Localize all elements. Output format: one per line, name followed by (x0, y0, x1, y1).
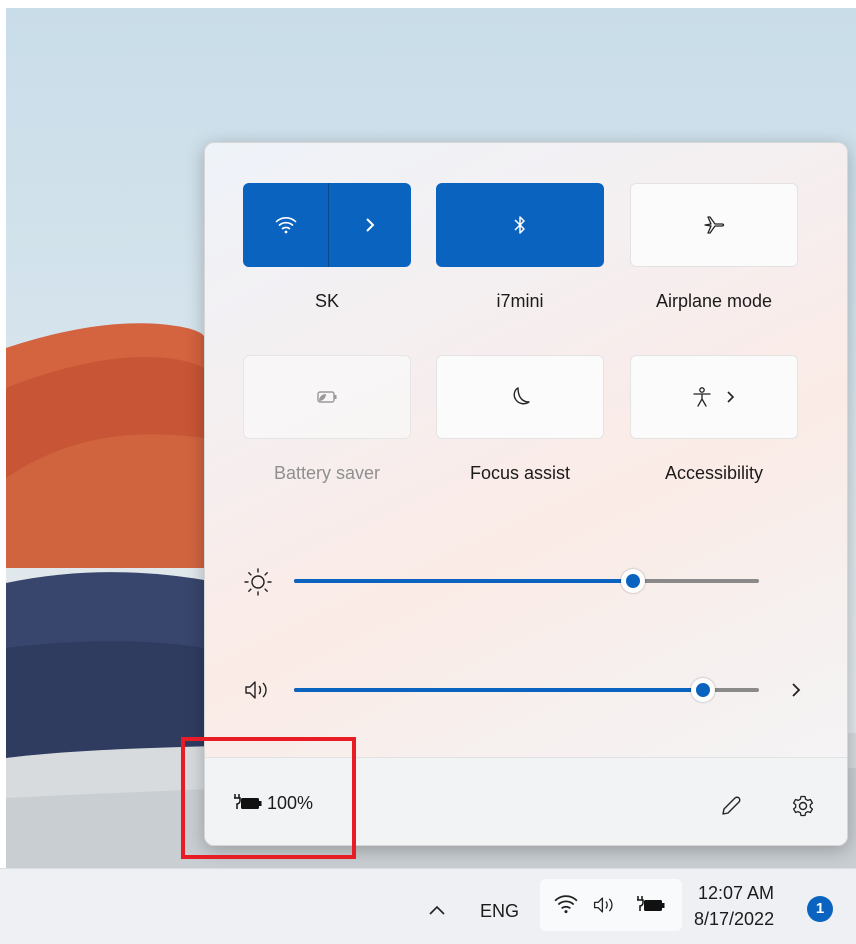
edit-quick-settings-button[interactable] (713, 788, 749, 824)
chevron-right-icon (727, 391, 735, 403)
battery-saver-tile-label: Battery saver (273, 463, 381, 483)
taskbar: ENG 12:07 AM 8/17/2022 (0, 868, 856, 944)
battery-saver-tile[interactable] (243, 355, 411, 439)
accessibility-tile-label: Accessibility (664, 463, 764, 483)
bluetooth-icon (514, 216, 525, 234)
battery-saver-icon (317, 391, 337, 403)
moon-icon (513, 387, 530, 405)
bluetooth-tile[interactable] (436, 183, 604, 267)
chevron-up-icon (429, 905, 445, 915)
notification-count-badge[interactable]: 1 (807, 896, 833, 922)
focus-assist-tile-label: Focus assist (469, 463, 571, 483)
brightness-slider-thumb[interactable] (621, 569, 646, 593)
bluetooth-tile-label: i7mini (496, 291, 544, 311)
wifi-icon (274, 217, 297, 234)
brightness-slider-fill (294, 579, 634, 583)
clock-date: 8/17/2022 (694, 909, 775, 929)
clock-time: 12:07 AM (698, 883, 775, 903)
volume-output-expand-button[interactable] (783, 677, 809, 703)
brightness-slider[interactable] (294, 569, 759, 593)
wifi-tile-label: SK (314, 291, 339, 311)
airplane-mode-tile[interactable] (630, 183, 798, 267)
accessibility-tile[interactable] (630, 355, 798, 439)
focus-assist-tile[interactable] (436, 355, 604, 439)
input-language-indicator[interactable]: ENG (480, 901, 519, 922)
pencil-icon (722, 796, 741, 815)
wifi-expand-button[interactable] (329, 183, 411, 267)
volume-slider[interactable] (294, 678, 759, 702)
battery-charging-icon (637, 896, 665, 911)
volume-icon (593, 897, 613, 913)
brightness-icon (244, 568, 272, 596)
annotation-highlight-box (181, 737, 356, 859)
all-settings-button[interactable] (785, 788, 821, 824)
wifi-toggle-button[interactable] (243, 183, 328, 267)
airplane-icon (704, 216, 725, 234)
wifi-tile[interactable] (243, 183, 411, 267)
airplane-mode-tile-label: Airplane mode (655, 291, 773, 311)
quick-settings-tray-button[interactable] (540, 879, 682, 931)
wifi-icon (554, 895, 578, 914)
accessibility-icon (693, 387, 711, 407)
chevron-right-icon (792, 683, 801, 697)
volume-icon (245, 681, 267, 699)
chevron-right-icon (366, 218, 375, 232)
show-hidden-icons-button[interactable] (424, 897, 450, 923)
settings-gear-icon (792, 795, 814, 817)
volume-slider-thumb[interactable] (691, 678, 716, 702)
volume-slider-fill (294, 688, 704, 692)
clock-button[interactable]: 12:07 AM 8/17/2022 (688, 879, 798, 935)
